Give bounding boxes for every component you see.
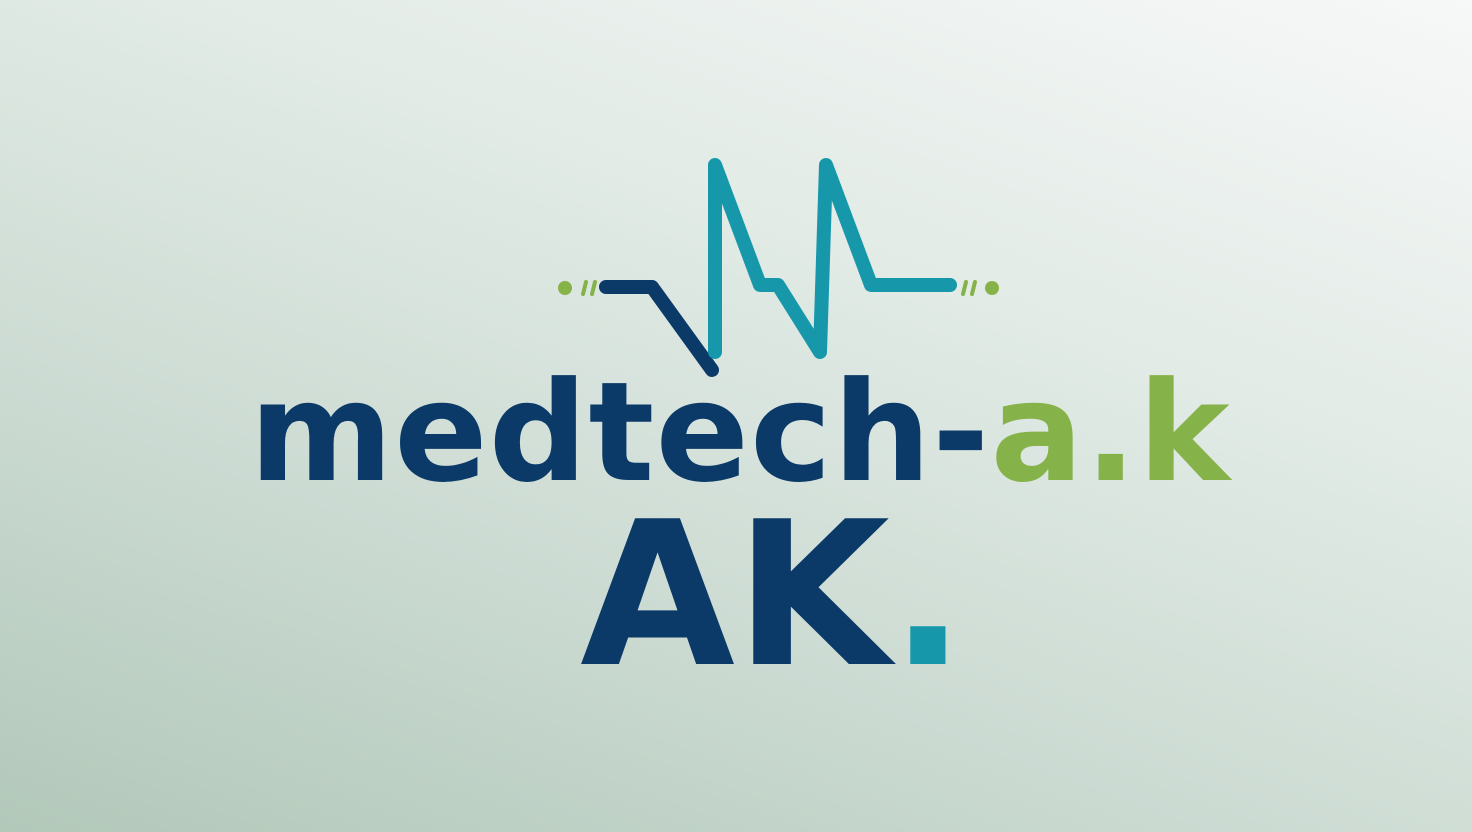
- wordmark: medtech-a.k AK.: [249, 352, 1233, 712]
- monogram-text: AK.: [580, 479, 966, 712]
- monogram-dot: .: [890, 479, 966, 712]
- monogram-ak: AK: [580, 479, 897, 712]
- wordmark-ak: a.k: [990, 352, 1233, 513]
